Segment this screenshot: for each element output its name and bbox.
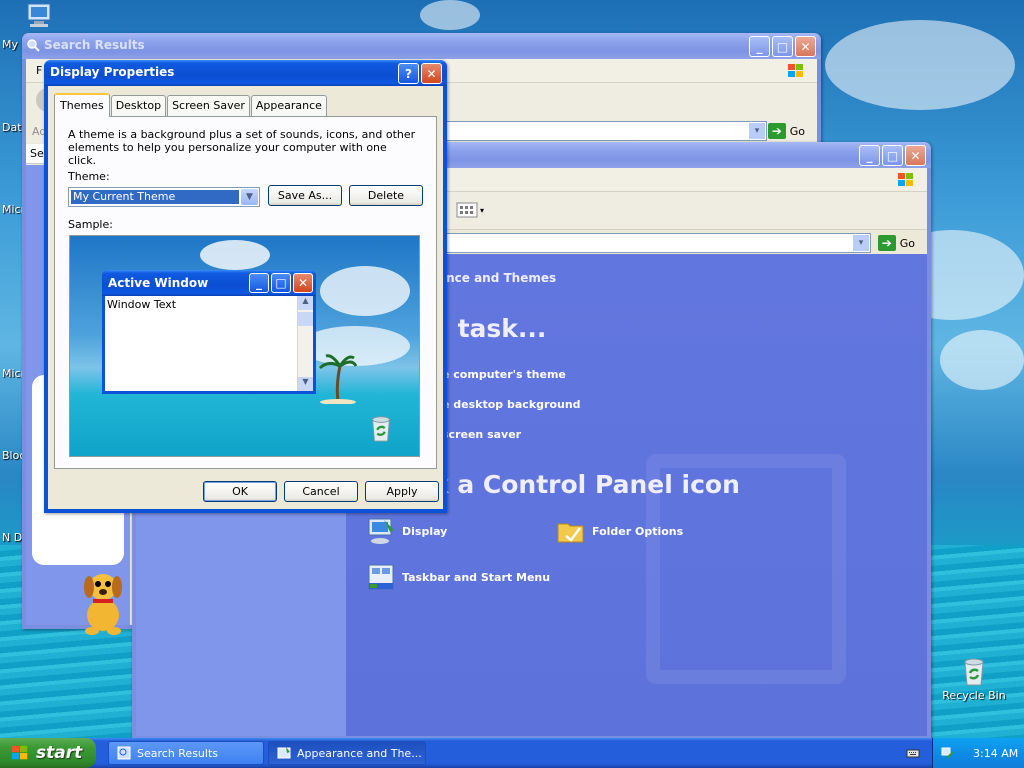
cloud xyxy=(200,240,270,270)
minimize-icon: _ xyxy=(249,273,269,293)
desktop-label[interactable]: Dat xyxy=(2,121,22,134)
my-computer-icon[interactable] xyxy=(24,2,54,30)
folder-options-icon xyxy=(557,523,584,543)
scroll-down-icon: ▼ xyxy=(298,377,313,391)
cp-item-display[interactable]: Display xyxy=(366,516,447,546)
cancel-button[interactable]: Cancel xyxy=(284,481,358,502)
delete-button[interactable]: Delete xyxy=(349,185,423,206)
pick-icon-heading: k a Control Panel icon xyxy=(432,470,740,499)
search-dog-icon[interactable] xyxy=(76,565,130,635)
tab-strip: Themes Desktop Screen Saver Appearance xyxy=(54,93,328,119)
themes-panel: A theme is a background plus a set of so… xyxy=(54,116,437,469)
windows-logo-icon xyxy=(788,64,803,77)
task-screen-saver[interactable]: screen saver xyxy=(442,428,521,441)
sample-label: Sample: xyxy=(68,218,113,231)
chevron-down-icon[interactable]: ▾ xyxy=(749,123,765,139)
recycle-bin-icon xyxy=(372,416,390,442)
search-icon xyxy=(27,39,40,52)
go-arrow-icon: ➔ xyxy=(877,235,896,251)
sample-window-title: Active Window xyxy=(108,276,209,290)
keyboard-icon[interactable] xyxy=(906,746,920,760)
recycle-bin[interactable]: Recycle Bin xyxy=(939,655,1009,702)
dialog-title: Display Properties xyxy=(50,65,175,79)
tab-themes[interactable]: Themes xyxy=(54,93,110,117)
theme-select-value: My Current Theme xyxy=(71,190,239,204)
taskbar-item-appearance[interactable]: Appearance and The... xyxy=(268,741,426,765)
scroll-thumb xyxy=(298,312,313,326)
windows-logo-icon xyxy=(898,173,913,186)
taskbar-icon xyxy=(368,564,394,590)
cloud xyxy=(940,330,1024,390)
sample-active-window: Active Window _ □ ✕ Window Text ▲ ▼ xyxy=(102,270,316,394)
pick-task-heading: a task... xyxy=(432,314,547,343)
close-button[interactable]: ✕ xyxy=(421,63,442,84)
sample-window-text: Window Text xyxy=(107,298,177,311)
help-button[interactable]: ? xyxy=(398,63,419,84)
task-change-background[interactable]: e desktop background xyxy=(442,398,581,411)
theme-select[interactable]: My Current Theme ▼ xyxy=(68,187,260,207)
maximize-button[interactable]: □ xyxy=(882,145,903,166)
go-button[interactable]: ➔ Go xyxy=(767,123,805,139)
taskbar-item-search-results[interactable]: Search Results xyxy=(108,741,264,765)
views-button[interactable]: ▾ xyxy=(456,199,484,221)
recycle-bin-icon xyxy=(964,658,984,686)
display-icon xyxy=(368,518,394,544)
system-tray: 3:14 AM xyxy=(932,738,1024,768)
display-properties-dialog[interactable]: Display Properties ? ✕ Themes Desktop Sc… xyxy=(44,60,447,513)
window-title: Search Results xyxy=(44,38,145,52)
search-icon xyxy=(117,746,131,760)
ok-button[interactable]: OK xyxy=(203,481,277,502)
address-input[interactable]: ▾ xyxy=(446,233,871,253)
desktop-label[interactable]: My xyxy=(2,38,18,51)
theme-label: Theme: xyxy=(68,170,110,183)
apply-button[interactable]: Apply xyxy=(365,481,439,502)
maximize-button[interactable]: □ xyxy=(772,36,793,57)
dialog-body: Themes Desktop Screen Saver Appearance A… xyxy=(48,86,443,509)
theme-sample-preview: Active Window _ □ ✕ Window Text ▲ ▼ xyxy=(69,235,420,457)
cloud xyxy=(825,20,1015,110)
go-button[interactable]: ➔ Go xyxy=(877,235,915,251)
dialog-titlebar[interactable]: Display Properties ? ✕ xyxy=(44,60,447,86)
search-pane-label: Se xyxy=(30,147,44,160)
close-button[interactable]: ✕ xyxy=(795,36,816,57)
taskbar: start Search Results Appearance and The.… xyxy=(0,738,1024,768)
theme-description: A theme is a background plus a set of so… xyxy=(68,128,416,167)
views-icon xyxy=(456,202,478,218)
network-icon[interactable] xyxy=(941,746,955,760)
clock[interactable]: 3:14 AM xyxy=(973,747,1018,760)
maximize-icon: □ xyxy=(271,273,291,293)
minimize-button[interactable]: _ xyxy=(859,145,880,166)
recycle-bin-label: Recycle Bin xyxy=(942,689,1006,702)
cp-item-taskbar[interactable]: Taskbar and Start Menu xyxy=(366,562,550,592)
control-panel-icon xyxy=(277,747,291,759)
scroll-up-icon: ▲ xyxy=(298,296,313,310)
go-arrow-icon: ➔ xyxy=(767,123,786,139)
chevron-down-icon[interactable]: ▾ xyxy=(853,235,869,251)
sample-scrollbar: ▲ ▼ xyxy=(297,296,313,391)
start-button[interactable]: start xyxy=(0,738,96,768)
palm-tree-icon xyxy=(318,354,358,404)
cloud xyxy=(420,0,480,30)
category-breadcrumb: ance and Themes xyxy=(438,271,557,285)
start-label: start xyxy=(36,743,83,763)
views-chevron-icon: ▾ xyxy=(479,205,484,215)
windows-logo-icon xyxy=(11,745,28,760)
search-titlebar[interactable]: Search Results _ □ ✕ xyxy=(22,33,821,59)
cloud xyxy=(320,266,410,316)
chevron-down-icon[interactable]: ▼ xyxy=(241,189,258,205)
menu-file[interactable]: F xyxy=(36,64,42,77)
save-as-button[interactable]: Save As... xyxy=(268,185,342,206)
task-change-theme[interactable]: e computer's theme xyxy=(442,368,566,381)
close-button[interactable]: ✕ xyxy=(905,145,926,166)
cp-item-folder-options[interactable]: Folder Options xyxy=(556,516,683,546)
desktop-label[interactable]: N D xyxy=(2,531,22,544)
close-icon: ✕ xyxy=(293,273,313,293)
minimize-button[interactable]: _ xyxy=(749,36,770,57)
address-input[interactable]: ▾ xyxy=(446,121,767,141)
